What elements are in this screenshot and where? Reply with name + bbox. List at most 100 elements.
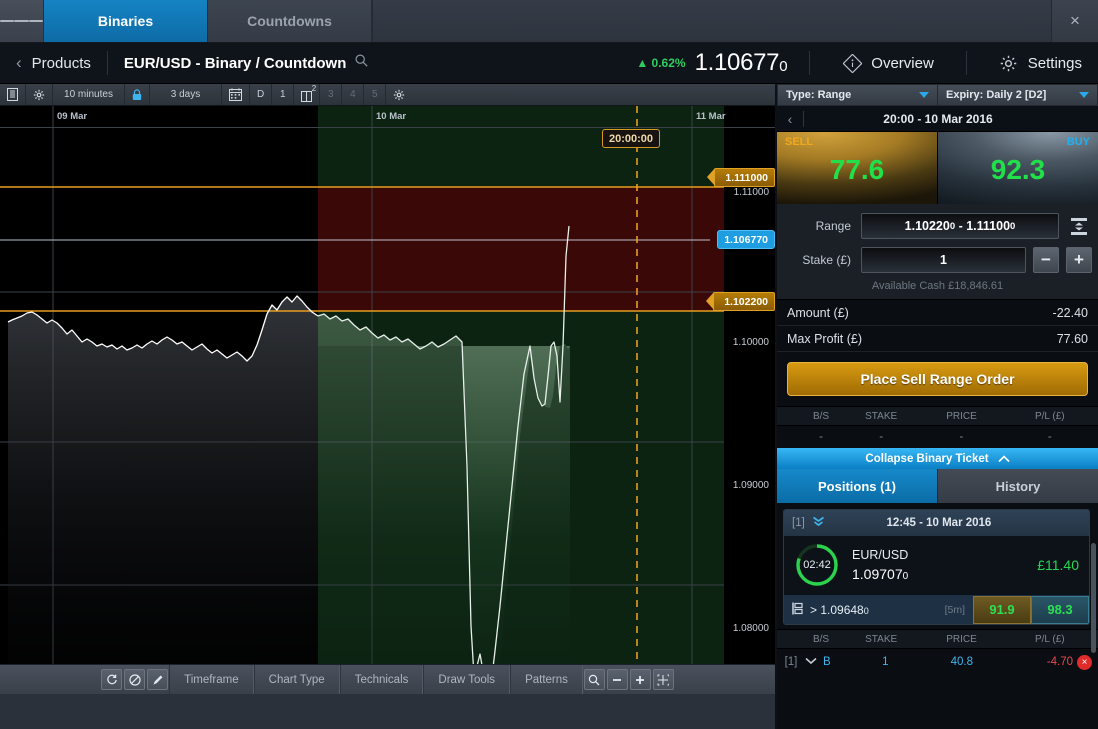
range-adjust-icon[interactable] [1066, 213, 1092, 239]
positions-list: [1] 12:45 - 10 Mar 2016 02:42 EUR/USD 1.… [777, 509, 1098, 693]
place-order-button[interactable]: Place Sell Range Order [787, 362, 1088, 396]
position-row-stake: 1 [882, 656, 889, 668]
expiry-select-label: Expiry: Daily 2 [D2] [946, 89, 1047, 101]
stake-decrement-button[interactable]: − [1033, 247, 1059, 273]
titlebar-spacer [372, 0, 1051, 42]
zoom-buttons [583, 665, 675, 694]
info-icon [842, 53, 862, 73]
positions-scrollbar[interactable] [1091, 543, 1096, 653]
settings-label: Settings [1027, 54, 1082, 72]
position-pl: £11.40 [1037, 557, 1079, 573]
chart-type-button[interactable]: Chart Type [253, 665, 340, 694]
close-icon[interactable]: × [1051, 0, 1098, 42]
trading-platform-window: Binaries Countdowns × ‹ Products EUR/USD… [0, 0, 1098, 729]
buy-quote-button[interactable]: BUY 92.3 [938, 132, 1098, 204]
hamburger-menu-icon[interactable] [0, 0, 44, 42]
previous-expiry-icon[interactable]: ‹ [777, 111, 803, 127]
position-strike-row: > 1.096480 [5m] 91.9 98.3 [784, 594, 1089, 624]
search-icon[interactable] [355, 54, 369, 72]
position-header[interactable]: [1] 12:45 - 10 Mar 2016 [784, 510, 1089, 536]
expiry-datetime: 20:00 - 10 Mar 2016 [883, 111, 993, 126]
current-price-tag[interactable]: 1.106770 [717, 230, 775, 249]
binary-strike-icon [792, 602, 804, 618]
fit-to-screen-icon[interactable] [652, 669, 674, 690]
no-entry-icon[interactable] [124, 669, 146, 690]
price-tick-2: 1.09000 [732, 480, 769, 491]
zoom-out-minus-icon[interactable] [606, 669, 628, 690]
countdown-ring: 02:42 [794, 542, 840, 588]
upper-range-tag[interactable]: 1.111000 [707, 168, 775, 187]
expiry-select[interactable]: Expiry: Daily 2 [D2] [938, 84, 1098, 106]
range-low-pip: 0 [949, 220, 956, 232]
position-sell-quote[interactable]: 91.9 [973, 595, 1031, 624]
type-select-label: Type: Range [786, 89, 852, 101]
date-label-1: 10 Mar [376, 111, 407, 122]
position-row-index: [1] [784, 656, 798, 668]
chart-settings-gear-icon[interactable] [26, 84, 53, 105]
tab-history[interactable]: History [938, 469, 1098, 503]
chart-layout-5[interactable]: 5 [364, 84, 387, 105]
ticket-form: Range 1.10220 0 - 1.11100 0 Stake (£) 1 − … [777, 204, 1098, 300]
chart-layout-4[interactable]: 4 [342, 84, 365, 105]
calendar-icon[interactable] [222, 84, 250, 105]
chart-interval-selector[interactable]: 10 minutes [53, 84, 125, 105]
chevron-down-icon[interactable] [805, 656, 823, 668]
products-link[interactable]: Products [32, 55, 91, 72]
overview-button[interactable]: Overview [826, 53, 950, 73]
tab-countdowns[interactable]: Countdowns [208, 0, 372, 42]
countdown-timer: 02:42 [803, 559, 831, 571]
amount-row: Amount (£) -22.40 [777, 300, 1098, 326]
chart-toolbar-gear-icon[interactable] [386, 84, 412, 105]
chart-layout-3[interactable]: 3 [320, 84, 343, 105]
chart-layout-2-label: 2 [311, 84, 317, 93]
back-glyph: ‹ [16, 53, 22, 72]
title-bar: Binaries Countdowns × [0, 0, 1098, 43]
chart-layout-d[interactable]: D [250, 84, 273, 105]
position-col-price: PRICE [946, 633, 977, 645]
price-chart[interactable]: 09 Mar 10 Mar 11 Mar 1.11000 1.10000 1.0… [0, 106, 775, 664]
collapse-ticket-button[interactable]: Collapse Binary Ticket [777, 448, 1098, 469]
stake-label: Stake (£) [802, 253, 851, 267]
lock-icon[interactable] [125, 84, 150, 105]
position-instrument: EUR/USD [852, 548, 909, 562]
date-label-0: 09 Mar [57, 111, 88, 122]
chart-layout-1[interactable]: 1 [272, 84, 295, 105]
magnifier-icon[interactable] [583, 669, 605, 690]
range-high: 1.11100 [966, 219, 1011, 233]
stake-increment-button[interactable]: + [1066, 247, 1092, 273]
patterns-button[interactable]: Patterns [510, 665, 583, 694]
expiry-time-marker[interactable]: 20:00:00 [602, 129, 661, 148]
technicals-button[interactable]: Technicals [339, 665, 424, 694]
position-table-row[interactable]: [1] B 1 40.8 -4.70 × [777, 649, 1098, 675]
chart-layout-2[interactable]: 2 [294, 84, 321, 105]
chart-list-icon[interactable] [0, 84, 26, 105]
position-buy-quote[interactable]: 98.3 [1031, 595, 1089, 624]
buy-label: BUY [1066, 136, 1090, 148]
chart-period-selector[interactable]: 3 days [150, 84, 222, 105]
settings-button[interactable]: Settings [983, 53, 1098, 73]
buy-price: 92.3 [990, 154, 1046, 185]
order-table-row: - - - - [777, 426, 1098, 448]
refresh-icon[interactable] [101, 669, 123, 690]
amount-label: Amount (£) [787, 305, 849, 320]
instrument-title[interactable]: EUR/USD - Binary / Countdown [124, 55, 347, 72]
position-duration: [5m] [944, 603, 965, 616]
stake-input[interactable]: 1 [861, 247, 1026, 273]
tab-binaries[interactable]: Binaries [44, 0, 208, 42]
sell-quote-button[interactable]: SELL 77.6 [777, 132, 938, 204]
chevron-up-icon [998, 454, 1010, 462]
close-position-icon[interactable]: × [1077, 654, 1092, 670]
zoom-in-plus-icon[interactable] [629, 669, 651, 690]
range-input[interactable]: 1.10220 0 - 1.11100 0 [861, 213, 1059, 239]
back-chevron-icon[interactable]: ‹ [0, 53, 32, 73]
type-select[interactable]: Type: Range [777, 84, 938, 106]
order-col-pl: P/L (£) [1034, 410, 1065, 422]
pencil-icon[interactable] [147, 669, 169, 690]
price-tick-3: 1.08000 [732, 623, 769, 634]
timeframe-button[interactable]: Timeframe [169, 665, 254, 694]
chevron-double-down-icon[interactable] [805, 516, 833, 530]
lower-range-tag[interactable]: 1.102200 [706, 292, 775, 311]
position-price-pip: 0 [902, 571, 909, 582]
draw-tools-button[interactable]: Draw Tools [423, 665, 511, 694]
tab-positions[interactable]: Positions (1) [777, 469, 938, 503]
